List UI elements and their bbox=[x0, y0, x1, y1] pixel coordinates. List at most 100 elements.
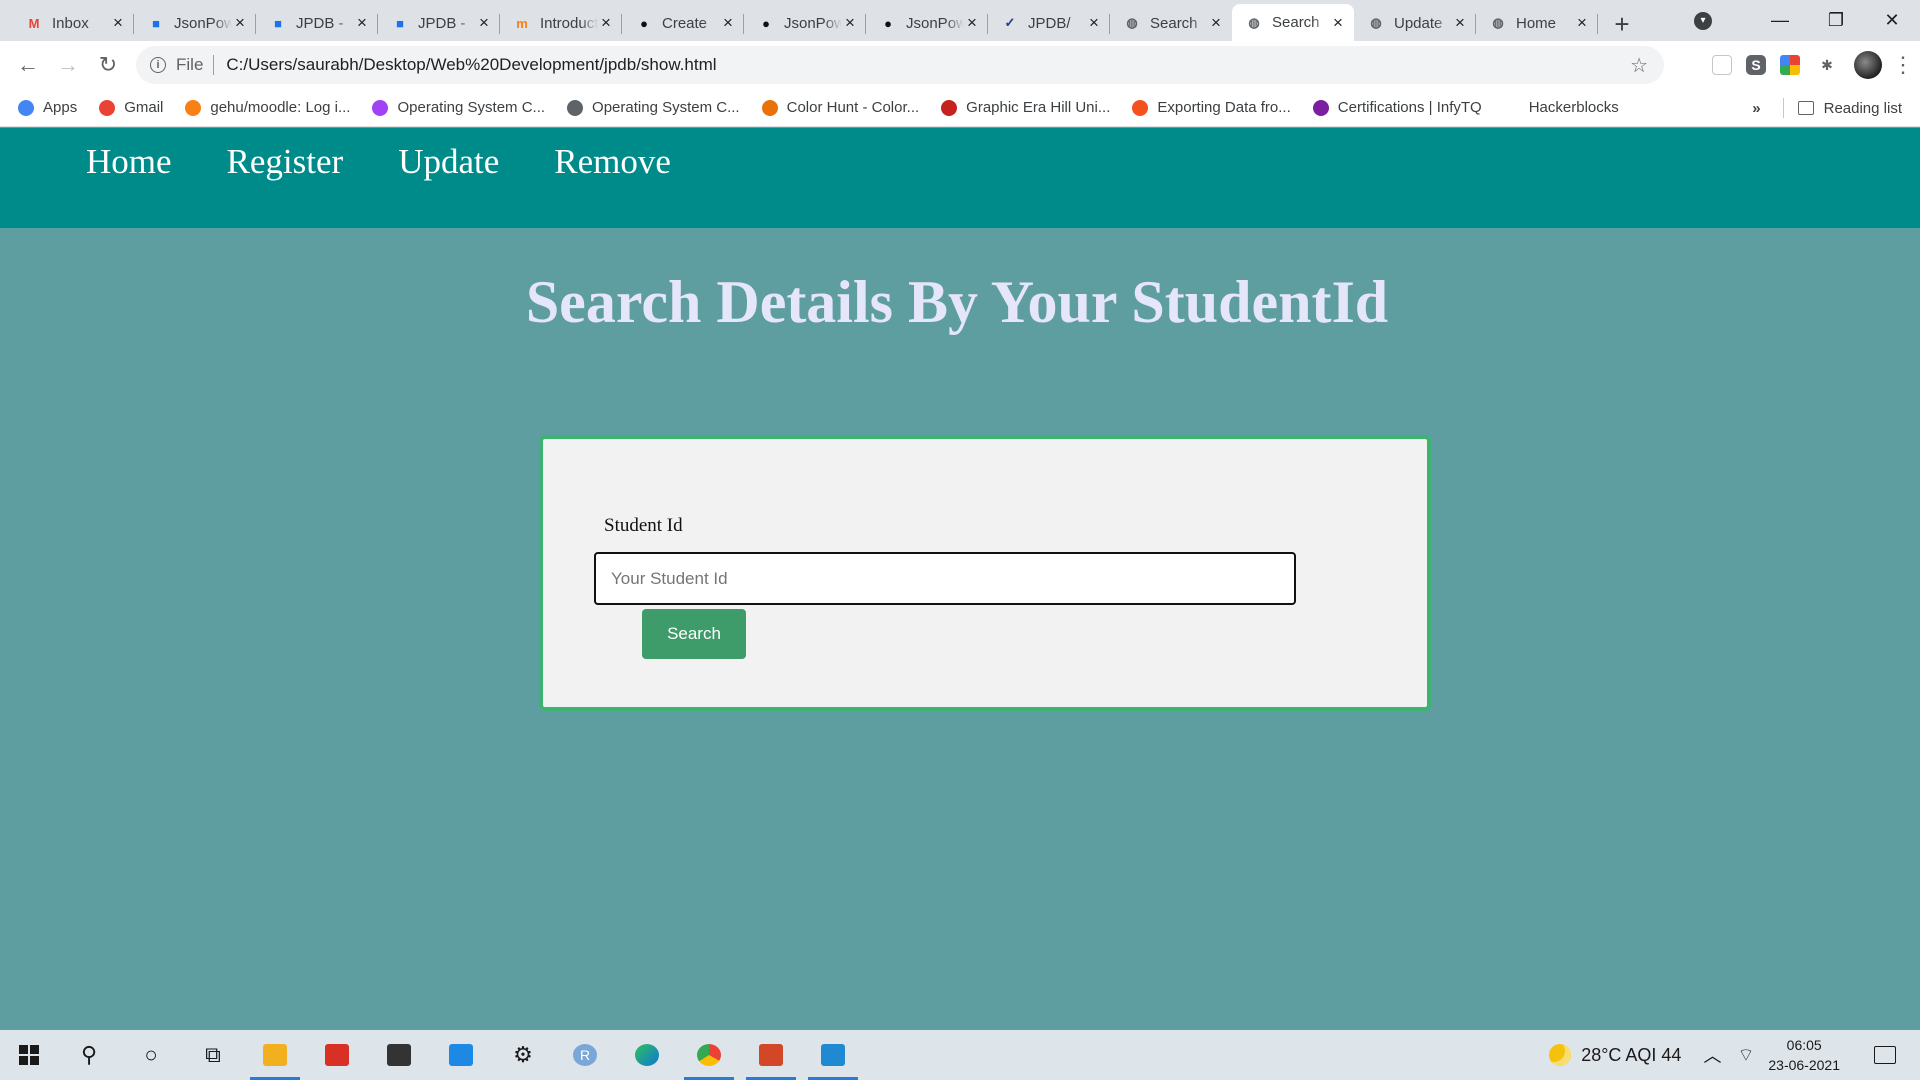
bookmark-item[interactable]: Exporting Data fro... bbox=[1132, 99, 1291, 116]
bookmark-label: Color Hunt - Color... bbox=[786, 99, 920, 116]
bookmark-item[interactable]: Hackerblocks bbox=[1504, 99, 1619, 116]
weather-text: 28°C AQI 44 bbox=[1581, 1044, 1682, 1065]
notification-icon[interactable] bbox=[1874, 1046, 1896, 1064]
extension-colors-icon[interactable] bbox=[1780, 55, 1800, 75]
extension-box-icon[interactable] bbox=[1712, 55, 1732, 75]
browser-tab[interactable]: ◍ Home × bbox=[1476, 6, 1598, 40]
close-tab-icon[interactable]: × bbox=[842, 13, 858, 33]
chevron-up-icon[interactable]: ︿ bbox=[1703, 1042, 1721, 1068]
bookmark-item[interactable]: Operating System C... bbox=[372, 99, 545, 116]
close-tab-icon[interactable]: × bbox=[598, 13, 614, 33]
tab-title: Search bbox=[1272, 14, 1320, 31]
search-icon[interactable]: ⚲ bbox=[58, 1030, 120, 1080]
bookmark-item[interactable]: Certifications | InfyTQ bbox=[1312, 99, 1482, 116]
bookmark-item[interactable]: Apps bbox=[18, 99, 77, 116]
store-icon[interactable] bbox=[368, 1030, 430, 1080]
browser-tab[interactable]: ◍ Search × bbox=[1232, 4, 1354, 41]
close-tab-icon[interactable]: × bbox=[1208, 13, 1224, 33]
wifi-icon[interactable]: ⌔ bbox=[1737, 1044, 1754, 1067]
bookmark-item[interactable]: Operating System C... bbox=[567, 99, 740, 116]
windows-start-icon[interactable] bbox=[0, 1030, 58, 1080]
search-button[interactable]: Search bbox=[642, 609, 746, 659]
bookmarks-bar: Apps Gmail gehu/moodle: Log i... Operating … bbox=[0, 89, 1920, 127]
bookmark-star-icon[interactable]: ☆ bbox=[1630, 53, 1648, 78]
moodle-icon: m bbox=[516, 15, 528, 31]
close-tab-icon[interactable]: × bbox=[476, 13, 492, 33]
address-bar[interactable]: i File C:/Users/saurabh/Desktop/Web%20De… bbox=[136, 46, 1664, 84]
bookmark-label: Graphic Era Hill Uni... bbox=[966, 99, 1111, 116]
bookmark-item[interactable]: Gmail bbox=[99, 99, 163, 116]
globe-icon bbox=[567, 99, 584, 116]
chrome-icon[interactable] bbox=[678, 1030, 740, 1080]
clock[interactable]: 06:05 23-06-2021 bbox=[1768, 1035, 1840, 1075]
vscode-icon[interactable] bbox=[802, 1030, 864, 1080]
reload-icon[interactable]: ↻ bbox=[88, 45, 128, 85]
close-window-button[interactable]: ✕ bbox=[1864, 0, 1920, 41]
browser-tab[interactable]: m Introduction× bbox=[500, 6, 622, 40]
close-tab-icon[interactable]: × bbox=[110, 13, 126, 33]
extension-s-icon[interactable]: S bbox=[1746, 55, 1766, 75]
nav-link-update[interactable]: Update bbox=[398, 142, 499, 182]
bookmark-label: Exporting Data fro... bbox=[1157, 99, 1291, 116]
browser-tab[interactable]: ● JsonPowerDB× bbox=[744, 6, 866, 40]
powerpoint-icon[interactable] bbox=[740, 1030, 802, 1080]
browser-tab[interactable]: ● Create × bbox=[622, 6, 744, 40]
puzzle-icon[interactable]: ✱ bbox=[1814, 52, 1840, 78]
nav-link-remove[interactable]: Remove bbox=[554, 142, 671, 182]
browser-tab[interactable]: ■ JPDB - × bbox=[378, 6, 500, 40]
export-icon bbox=[1132, 99, 1149, 116]
cortana-icon[interactable]: ○ bbox=[120, 1030, 182, 1080]
close-tab-icon[interactable]: × bbox=[1452, 13, 1468, 33]
close-tab-icon[interactable]: × bbox=[964, 13, 980, 33]
nav-link-register[interactable]: Register bbox=[227, 142, 344, 182]
jpdb-icon: ■ bbox=[274, 15, 282, 31]
close-tab-icon[interactable]: × bbox=[354, 13, 370, 33]
browser-tab[interactable]: ◍ Search × bbox=[1110, 6, 1232, 40]
globe-icon: ◍ bbox=[1126, 15, 1138, 30]
edge-icon[interactable] bbox=[616, 1030, 678, 1080]
back-arrow-icon[interactable]: ← bbox=[8, 45, 48, 85]
weather-widget[interactable]: 28°C AQI 44 bbox=[1549, 1044, 1681, 1066]
restore-button[interactable]: ❐ bbox=[1808, 0, 1864, 41]
browser-tab[interactable]: ■ JsonPowerDB× bbox=[134, 6, 256, 40]
student-id-input[interactable] bbox=[594, 552, 1296, 605]
bookmarks-right: » Reading list bbox=[1752, 89, 1902, 127]
address-url[interactable]: C:/Users/saurabh/Desktop/Web%20Developme… bbox=[226, 55, 716, 75]
bookmark-item[interactable]: Graphic Era Hill Uni... bbox=[941, 99, 1110, 116]
tab-search-icon[interactable]: ▾ bbox=[1694, 11, 1712, 30]
r-app-icon[interactable]: R bbox=[554, 1030, 616, 1080]
github-icon: ● bbox=[640, 15, 648, 31]
mail-icon[interactable] bbox=[430, 1030, 492, 1080]
kebab-menu-icon[interactable]: ⋮ bbox=[1892, 52, 1914, 78]
close-tab-icon[interactable]: × bbox=[1330, 13, 1346, 33]
tab-title: Inbox bbox=[52, 14, 89, 32]
info-icon[interactable]: i bbox=[150, 57, 166, 73]
github-icon: ● bbox=[884, 15, 892, 31]
browser-tab[interactable]: ● JsonPowerDB× bbox=[866, 6, 988, 40]
close-tab-icon[interactable]: × bbox=[720, 13, 736, 33]
browser-tab[interactable]: ◍ Update × bbox=[1354, 6, 1476, 40]
profile-avatar[interactable] bbox=[1854, 51, 1882, 79]
gift-app-icon[interactable] bbox=[306, 1030, 368, 1080]
bookmark-label: Operating System C... bbox=[397, 99, 546, 116]
forward-arrow-icon[interactable]: → bbox=[48, 45, 88, 85]
browser-tab[interactable]: ■ JPDB - × bbox=[256, 6, 378, 40]
reading-list-label[interactable]: Reading list bbox=[1824, 100, 1902, 117]
bookmark-item[interactable]: Color Hunt - Color... bbox=[761, 99, 920, 116]
bookmark-item[interactable]: gehu/moodle: Log i... bbox=[185, 99, 350, 116]
file-explorer-icon[interactable] bbox=[244, 1030, 306, 1080]
gmail-icon: M bbox=[28, 15, 40, 31]
reading-list-icon[interactable] bbox=[1797, 101, 1814, 115]
close-tab-icon[interactable]: × bbox=[1086, 13, 1102, 33]
new-tab-button[interactable]: + bbox=[1602, 7, 1642, 41]
nav-link-home[interactable]: Home bbox=[86, 142, 172, 182]
bookmarks-overflow-button[interactable]: » bbox=[1752, 100, 1760, 117]
browser-tab[interactable]: ✓ JPDB/ × bbox=[988, 6, 1110, 40]
task-view-icon[interactable]: ⧉ bbox=[182, 1030, 244, 1080]
minimize-button[interactable]: — bbox=[1752, 0, 1808, 41]
settings-gear-icon[interactable]: ⚙ bbox=[492, 1030, 554, 1080]
close-tab-icon[interactable]: × bbox=[232, 13, 248, 33]
bookmark-label: Apps bbox=[43, 99, 78, 116]
browser-tab[interactable]: M Inbox × bbox=[12, 6, 134, 40]
close-tab-icon[interactable]: × bbox=[1574, 13, 1590, 33]
